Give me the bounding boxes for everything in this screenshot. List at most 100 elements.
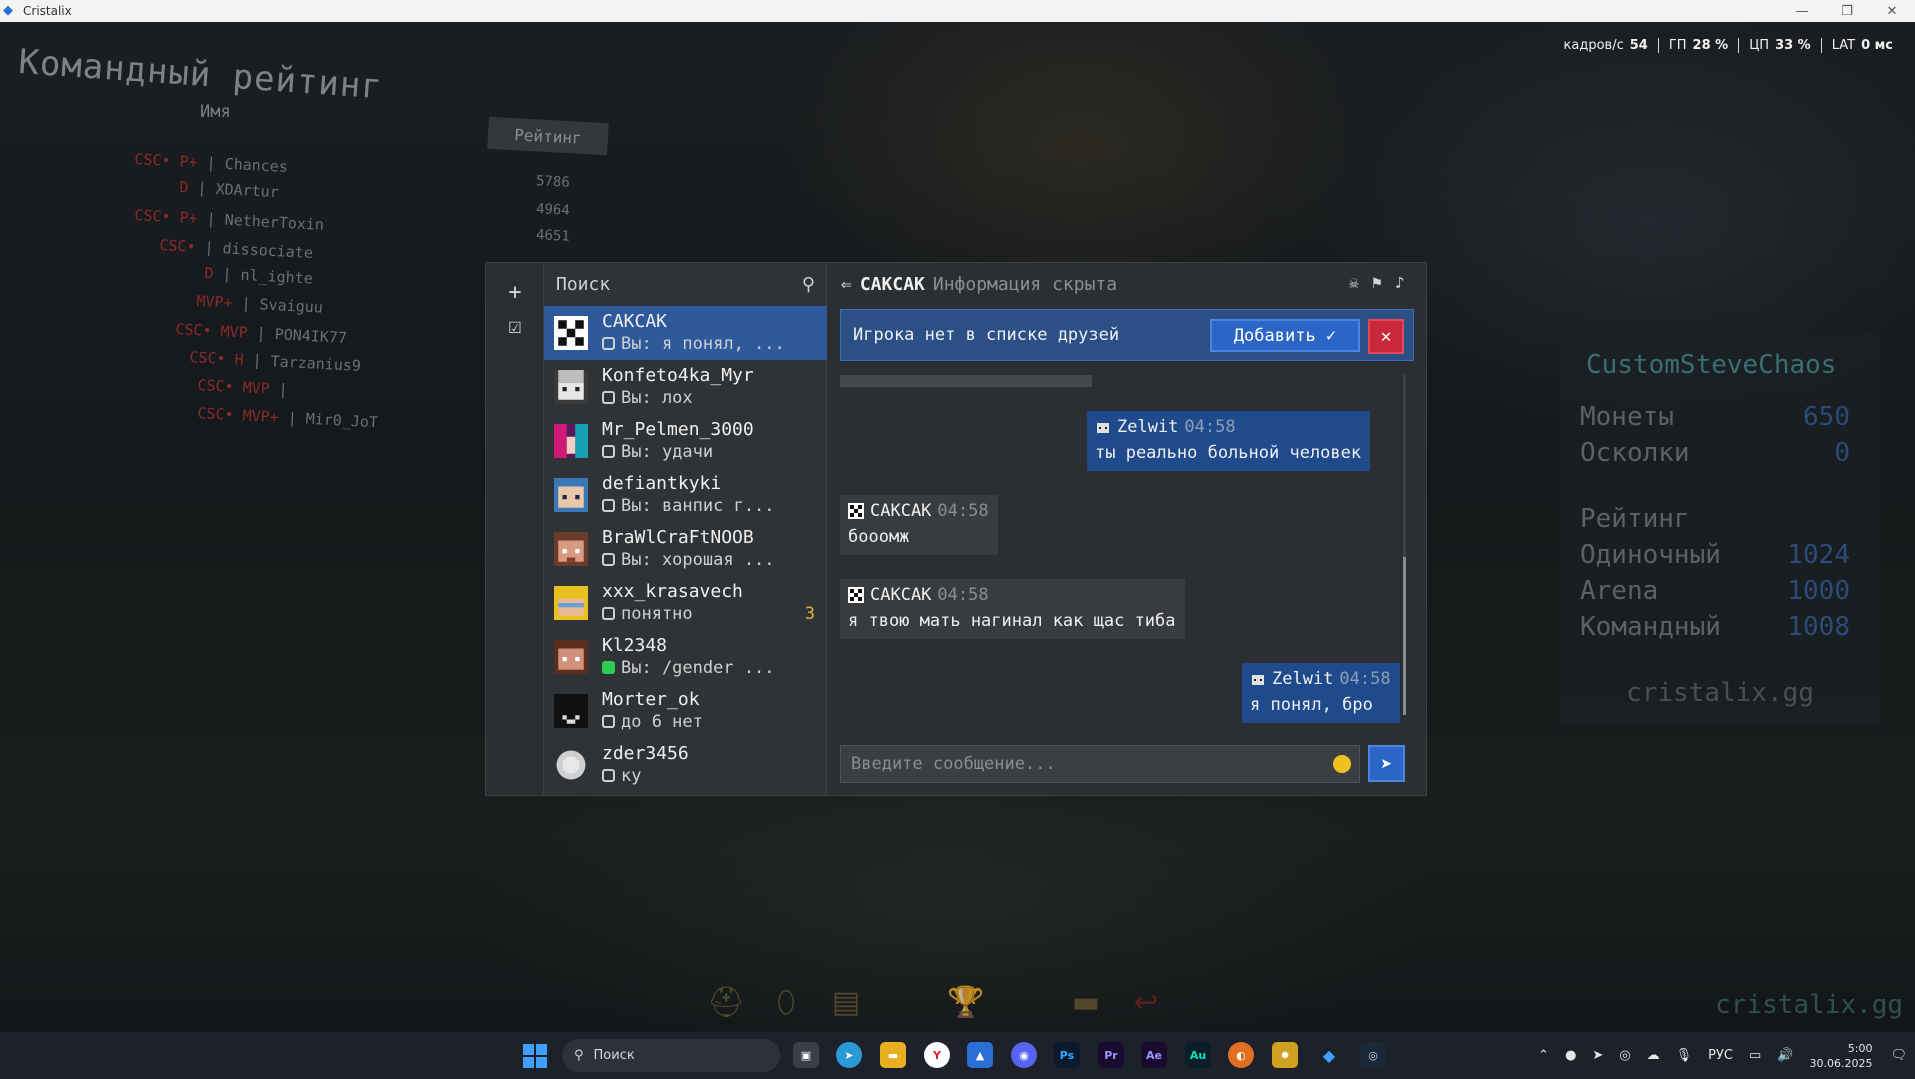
window-titlebar: ◆ Cristalix — ❐ ✕	[0, 0, 1915, 22]
mark-read-icon[interactable]: ☑	[500, 311, 530, 341]
search-icon[interactable]: ⚲	[802, 274, 815, 295]
scoreboard-player: CustomSteveChaos	[1586, 350, 1837, 380]
steam-icon[interactable]: ◎	[1360, 1042, 1386, 1068]
scoreboard-site: cristalix.gg	[1626, 678, 1814, 708]
file-explorer-icon[interactable]: ▬	[880, 1042, 906, 1068]
network-icon[interactable]: ▭	[1749, 1048, 1761, 1063]
contact-item[interactable]: САКСАК Вы: я понял, ...	[544, 306, 827, 360]
message-input[interactable]: Введите сообщение...	[840, 745, 1360, 783]
message-scrollbar[interactable]	[1403, 375, 1406, 715]
chevron-up-icon[interactable]: ⌃	[1538, 1048, 1549, 1063]
message-bubble: Zelwit 04:58 я понял, бро	[1242, 663, 1400, 723]
minimize-icon[interactable]: —	[1780, 0, 1824, 22]
tray-app-icon[interactable]: ●	[1565, 1048, 1576, 1063]
contact-item[interactable]: Kl2348 Вы: /gender ...	[544, 630, 827, 684]
photos-icon[interactable]: ▲	[967, 1042, 993, 1068]
volume-icon[interactable]: 🔊	[1777, 1048, 1793, 1063]
avatar	[554, 370, 588, 404]
plus-icon[interactable]: +	[500, 277, 530, 307]
chat-side-rail: + ☑	[486, 263, 544, 795]
microphone-icon[interactable]: 🎙	[1676, 1048, 1693, 1063]
conversation-panel: ⇐ САКСАК Информация скрыта ☠ ⚑ ♪ Игрока …	[827, 263, 1426, 795]
clock-time: 5:00	[1847, 1041, 1873, 1055]
book-icon[interactable]: ▬	[1060, 976, 1112, 1028]
contact-name: BraWlCraFtNOOB	[602, 527, 754, 548]
telegram-icon[interactable]: ➤	[836, 1042, 862, 1068]
contact-last-message: Вы: удачи	[602, 442, 713, 462]
contact-item[interactable]: Konfeto4ka_Myr Вы: лох	[544, 360, 827, 414]
add-friend-button[interactable]: Добавить ✓	[1210, 319, 1360, 352]
leaderboard-header-rating: Рейтинг	[487, 116, 609, 156]
hotbar-empty-slot[interactable]	[880, 976, 932, 1028]
bug-icon[interactable]: ☠	[1349, 273, 1359, 292]
contact-name: defiantkyki	[602, 473, 722, 494]
arena-label: Arena	[1580, 576, 1659, 606]
contact-name: Konfeto4ka_Myr	[602, 365, 754, 386]
search-icon: ⚲	[574, 1048, 584, 1063]
message-text: я твою мать нагинал как щас тиба	[848, 611, 1176, 631]
hotbar-empty-slot[interactable]	[1000, 976, 1052, 1028]
leaderboard-row: CSC• MVP | PON4IK77	[175, 320, 348, 347]
contact-name: zder3456	[602, 743, 689, 764]
search-input[interactable]: Поиск ⚲	[544, 263, 827, 305]
maximize-icon[interactable]: ❐	[1825, 0, 1869, 22]
avatar	[554, 424, 588, 458]
conversation-info: Информация скрыта	[932, 273, 1118, 295]
scroll-icon[interactable]: ▤	[820, 976, 872, 1028]
contact-name: Kl2348	[602, 635, 668, 656]
steam-tray-icon[interactable]: ◎	[1619, 1048, 1630, 1063]
message-bubble: САКСАК 04:58 я твою мать нагинал как щас…	[840, 579, 1185, 639]
window-title: Cristalix	[23, 4, 72, 18]
photoshop-icon[interactable]: Ps	[1054, 1042, 1080, 1068]
shards-label: Осколки	[1580, 438, 1690, 468]
task-view-icon[interactable]: ▣	[793, 1042, 819, 1068]
telegram-tray-icon[interactable]: ➤	[1592, 1048, 1603, 1063]
emoji-icon[interactable]	[1333, 755, 1351, 773]
close-icon[interactable]: ✕	[1368, 319, 1404, 354]
totem-icon[interactable]: ⬯	[760, 976, 812, 1028]
performance-hud: кадров/с 54 ГП 28 % ЦП 33 % LAT 0 мс	[1554, 38, 1903, 53]
contact-name: Mr_Pelmen_3000	[602, 419, 754, 440]
bell-icon[interactable]: ♪	[1395, 273, 1405, 292]
after-effects-icon[interactable]: Ae	[1141, 1042, 1167, 1068]
notifications-icon[interactable]: 🗨	[1890, 1048, 1907, 1063]
send-arrow-icon: ➤	[1380, 751, 1393, 776]
contact-last-message: Вы: лох	[602, 388, 693, 408]
firefox-icon[interactable]: ◐	[1228, 1042, 1254, 1068]
game-launcher-icon[interactable]: ✹	[1272, 1042, 1298, 1068]
flag-icon[interactable]: ⚑	[1372, 273, 1382, 292]
contact-name: xxx_krasavech	[602, 581, 743, 602]
onedrive-icon[interactable]: ☁	[1647, 1048, 1660, 1063]
contact-item[interactable]: defiantkyki Вы: ванпис г...	[544, 468, 827, 522]
contact-item[interactable]: xxx_krasavech понятно 3	[544, 576, 827, 630]
leaderboard-value: 5786	[535, 173, 571, 191]
scrollbar-thumb[interactable]	[1403, 557, 1406, 715]
contact-item[interactable]: Morter_ok до 6 нет	[544, 684, 827, 738]
send-button[interactable]: ➤	[1368, 745, 1405, 782]
windows-start-icon[interactable]	[523, 1044, 547, 1068]
contact-item[interactable]: zder3456 ку	[544, 738, 827, 792]
back-arrow-icon[interactable]: ⇐	[841, 274, 852, 295]
close-icon[interactable]: ✕	[1870, 0, 1914, 22]
contact-item[interactable]: BraWlCraFtNOOB Вы: хорошая ...	[544, 522, 827, 576]
language-indicator[interactable]: РУС	[1708, 1048, 1733, 1063]
premiere-icon[interactable]: Pr	[1098, 1042, 1124, 1068]
clock[interactable]: 5:00 30.06.2025	[1810, 1041, 1873, 1071]
arrow-back-icon[interactable]: ↩	[1120, 976, 1172, 1028]
avatar	[554, 586, 588, 620]
taskbar: ⚲ Поиск ▣ ➤ ▬ Y ▲ ◉ Ps Pr Ae Au ◐ ✹ ◆ ◎ …	[0, 1032, 1915, 1079]
audition-icon[interactable]: Au	[1185, 1042, 1211, 1068]
yandex-browser-icon[interactable]: Y	[924, 1042, 950, 1068]
conversation-name: САКСАК	[859, 273, 925, 295]
message-bubble: САКСАК 04:58 бооомж	[840, 495, 998, 555]
discord-icon[interactable]: ◉	[1011, 1042, 1037, 1068]
conversation-header: ⇐ САКСАК Информация скрыта ☠ ⚑ ♪	[827, 263, 1426, 305]
avatar	[554, 694, 588, 728]
contact-item[interactable]: Mr_Pelmen_3000 Вы: удачи	[544, 414, 827, 468]
cristalix-icon[interactable]: ◆	[1316, 1042, 1342, 1068]
trophy-icon[interactable]: 🏆	[940, 976, 992, 1028]
helmet-icon[interactable]: ⛑	[700, 976, 752, 1028]
fps-stat: кадров/с 54	[1563, 38, 1648, 53]
system-tray: ⌃ ● ➤ ◎ ☁ 🎙 РУС ▭ 🔊 5:00 30.06.2025 🗨	[1530, 1032, 1915, 1079]
taskbar-search[interactable]: ⚲ Поиск	[562, 1039, 780, 1072]
